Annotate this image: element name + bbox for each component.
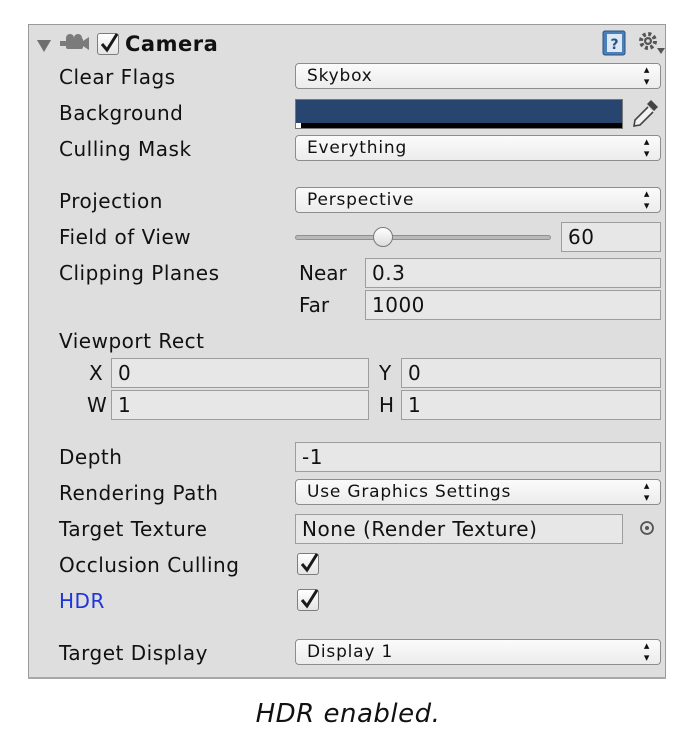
fov-value-field[interactable]: 60 — [561, 222, 661, 252]
x-label: X — [89, 361, 103, 385]
target-display-dropdown[interactable]: Display 1 ▴ ▾ — [295, 639, 661, 665]
near-value-field[interactable]: 0.3 — [365, 258, 661, 288]
w-label: W — [87, 393, 107, 417]
fov-slider-track[interactable] — [295, 235, 551, 240]
dropdown-arrows-icon: ▴ ▾ — [643, 187, 651, 212]
y-value-field[interactable]: 0 — [401, 358, 661, 388]
target-display-value: Display 1 — [307, 642, 394, 662]
alpha-fill — [296, 123, 301, 128]
projection-value: Perspective — [307, 190, 415, 210]
camera-icon — [59, 33, 89, 57]
h-value-field[interactable]: 1 — [401, 390, 661, 420]
hdr-checkbox[interactable] — [297, 589, 319, 611]
depth-label: Depth — [59, 445, 123, 469]
background-color-field[interactable] — [295, 99, 623, 129]
y-label: Y — [379, 361, 392, 385]
hdr-label: HDR — [59, 589, 105, 613]
target-texture-field[interactable]: None (Render Texture) — [295, 514, 623, 544]
occlusion-culling-checkbox[interactable] — [297, 553, 319, 575]
rendering-path-dropdown[interactable]: Use Graphics Settings ▴ ▾ — [295, 479, 661, 505]
target-texture-label: Target Texture — [59, 517, 208, 541]
far-value-field[interactable]: 1000 — [365, 290, 661, 320]
alpha-bar — [296, 123, 622, 128]
viewport-rect-label: Viewport Rect — [59, 329, 205, 353]
rendering-path-value: Use Graphics Settings — [307, 482, 512, 502]
gear-icon[interactable] — [637, 30, 665, 60]
svg-text:?: ? — [610, 37, 618, 53]
background-label: Background — [59, 101, 184, 125]
near-label: Near — [299, 261, 347, 285]
camera-inspector-panel: Camera ? Clear Flags Skybox ▴ ▾ Backgroun… — [28, 24, 666, 679]
far-label: Far — [299, 293, 330, 317]
occlusion-culling-label: Occlusion Culling — [59, 553, 240, 577]
component-enabled-checkbox[interactable] — [97, 33, 119, 55]
fov-slider-thumb[interactable] — [372, 227, 393, 247]
foldout-triangle-icon[interactable] — [37, 37, 51, 56]
culling-mask-value: Everything — [307, 138, 408, 158]
culling-mask-label: Culling Mask — [59, 137, 192, 161]
dropdown-arrows-icon: ▴ ▾ — [643, 63, 651, 88]
w-value-field[interactable]: 1 — [111, 390, 369, 420]
eyedropper-icon[interactable] — [631, 97, 661, 133]
field-of-view-label: Field of View — [59, 225, 192, 249]
clear-flags-value: Skybox — [307, 66, 373, 86]
depth-value-field[interactable]: -1 — [295, 442, 661, 472]
component-title: Camera — [125, 32, 219, 56]
culling-mask-dropdown[interactable]: Everything ▴ ▾ — [295, 135, 661, 161]
h-label: H — [379, 393, 395, 417]
help-book-icon[interactable]: ? — [601, 30, 627, 60]
clear-flags-label: Clear Flags — [59, 65, 176, 89]
dropdown-arrows-icon: ▴ ▾ — [643, 135, 651, 160]
figure-caption: HDR enabled. — [255, 699, 441, 729]
object-picker-icon[interactable] — [639, 520, 655, 540]
projection-dropdown[interactable]: Perspective ▴ ▾ — [295, 187, 661, 213]
clear-flags-dropdown[interactable]: Skybox ▴ ▾ — [295, 63, 661, 89]
x-value-field[interactable]: 0 — [111, 358, 369, 388]
rendering-path-label: Rendering Path — [59, 481, 219, 505]
dropdown-arrows-icon: ▴ ▾ — [643, 479, 651, 504]
projection-label: Projection — [59, 189, 163, 213]
target-display-label: Target Display — [59, 641, 208, 665]
dropdown-arrows-icon: ▴ ▾ — [643, 639, 651, 664]
clipping-planes-label: Clipping Planes — [59, 261, 220, 285]
